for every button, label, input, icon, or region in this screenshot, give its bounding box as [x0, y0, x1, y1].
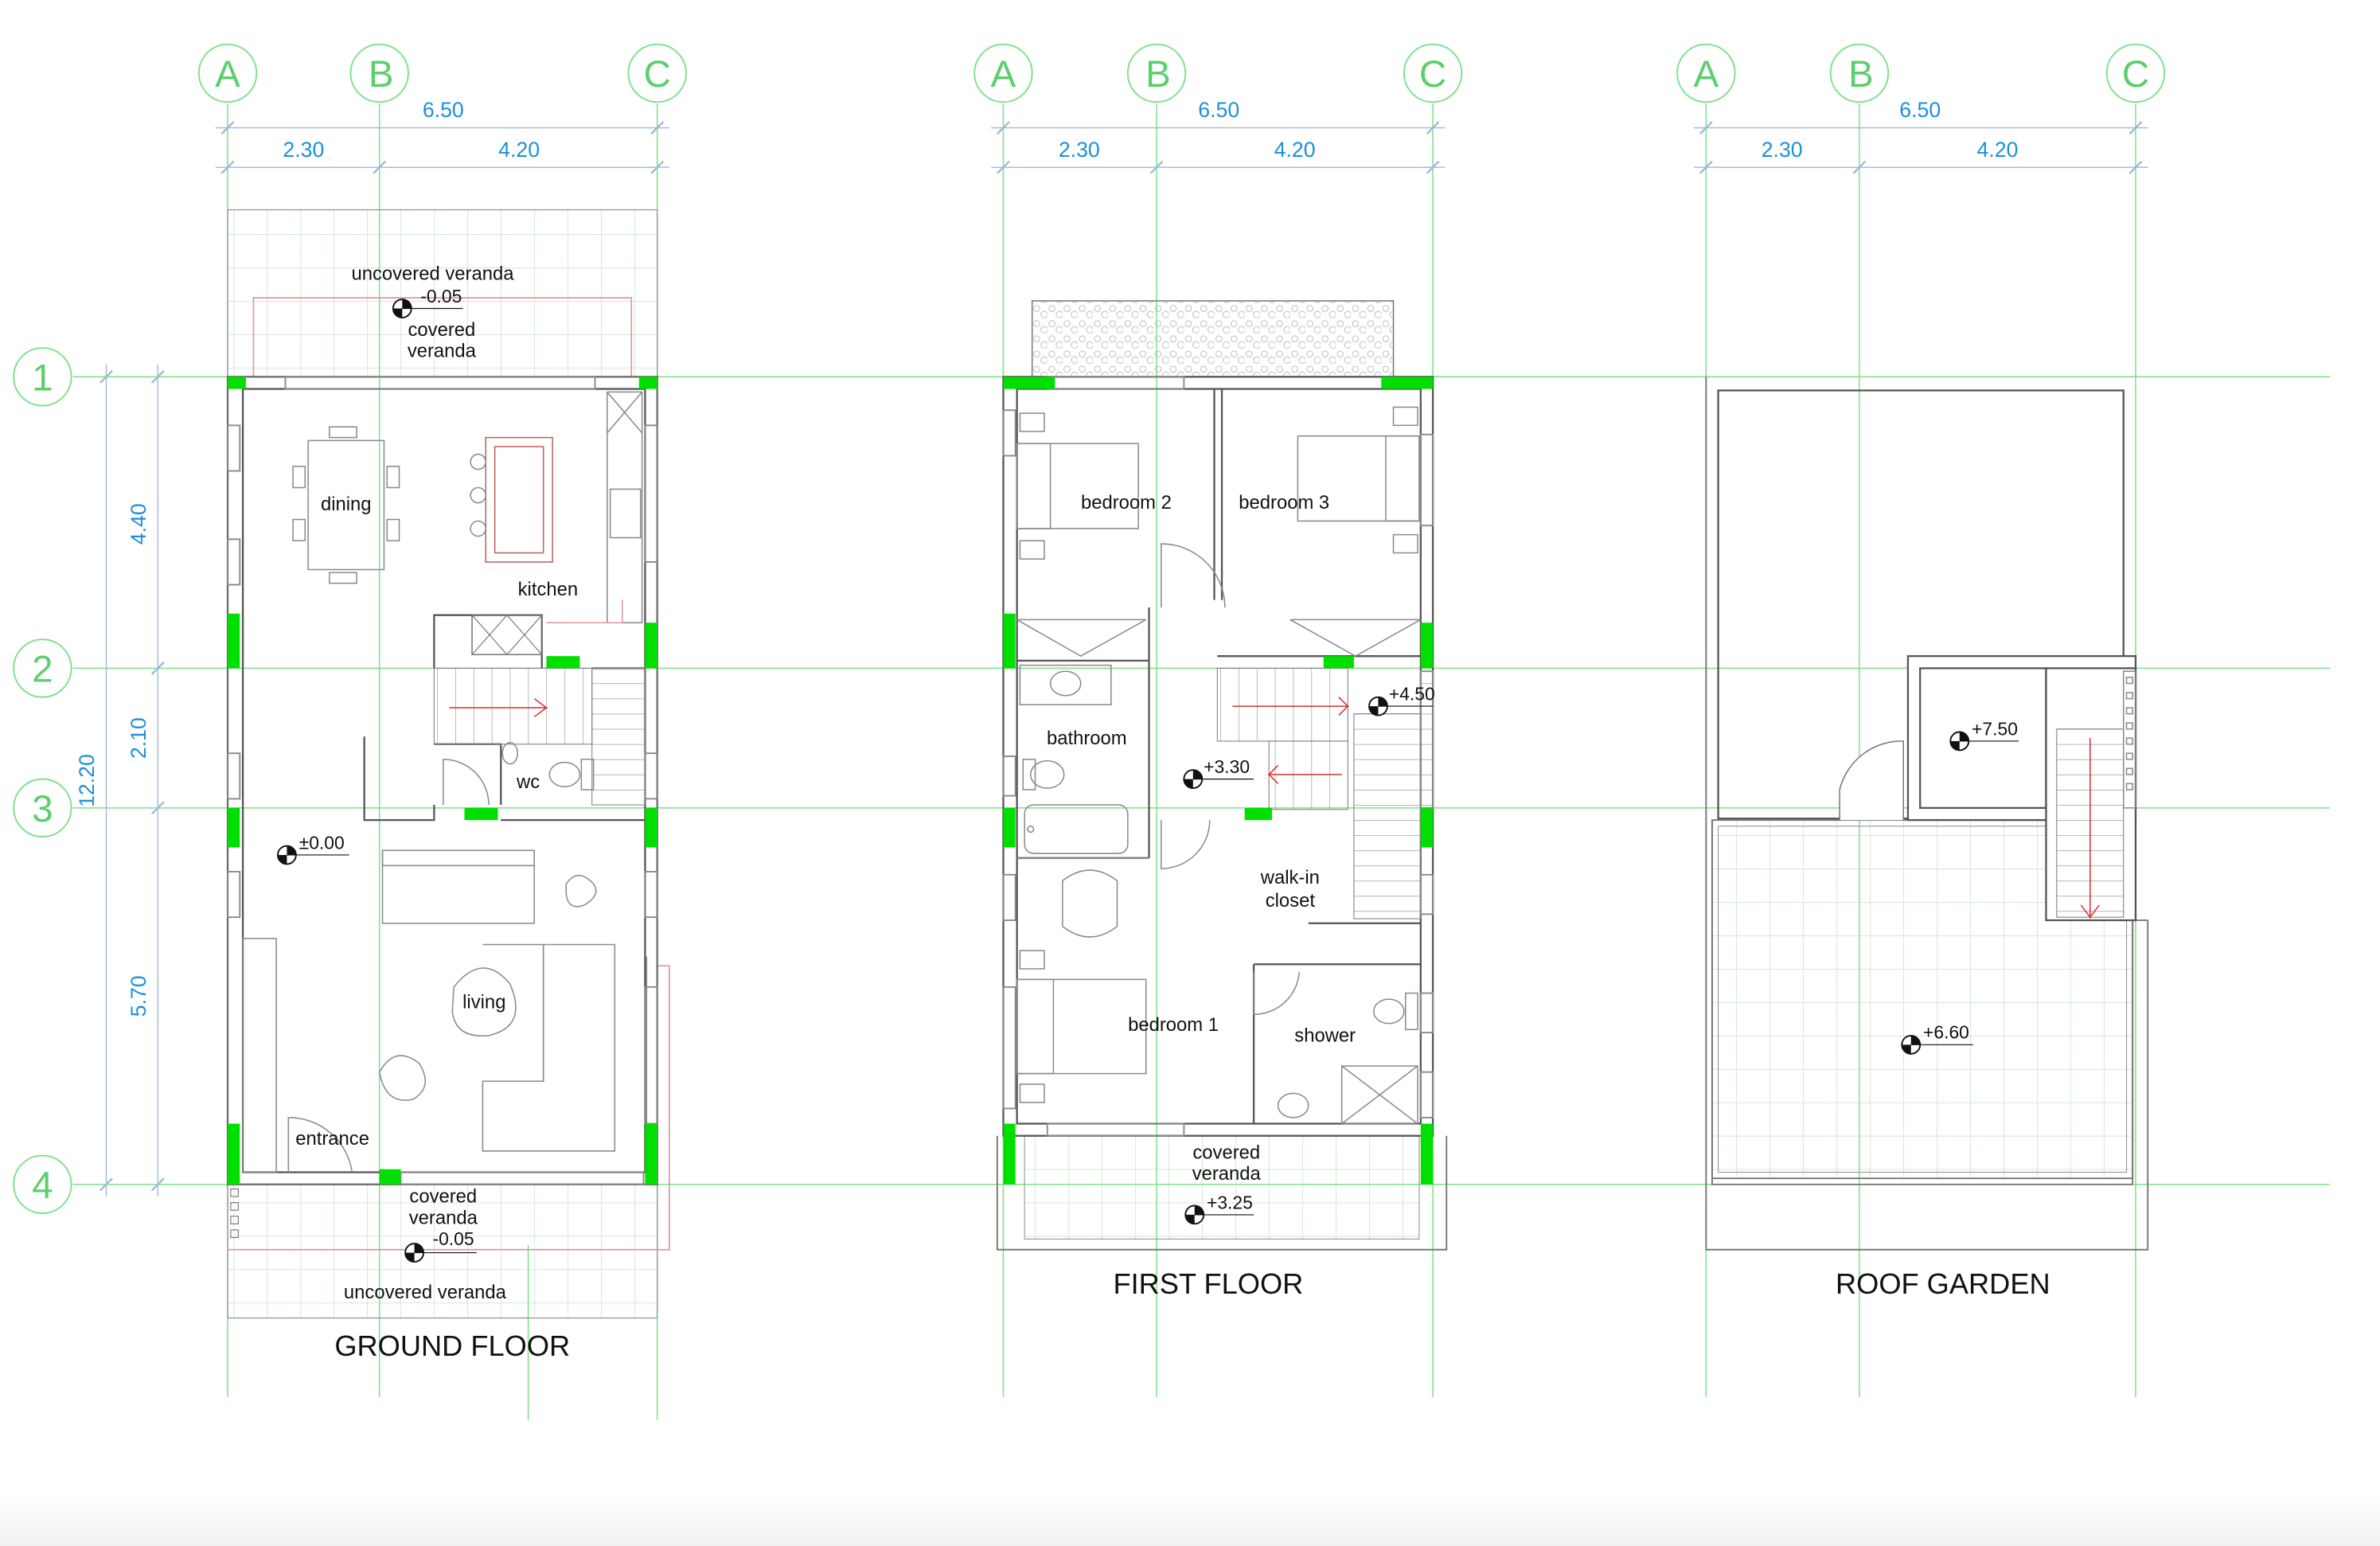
roof-garden-plan: +7.50 +6.60 ROOF GARDEN — [1705, 377, 2149, 1300]
dim-bay-bc: 4.20 — [498, 138, 540, 162]
room-entrance: entrance — [295, 1128, 369, 1150]
level-stair-room: +7.50 — [1972, 718, 2018, 739]
grid-label-a: A — [215, 53, 240, 96]
grid-label-2: 2 — [32, 649, 53, 691]
grid-label-3: 3 — [32, 788, 53, 830]
level-veranda-top: -0.05 — [420, 286, 462, 306]
dim-bay-12: 4.40 — [127, 503, 150, 545]
grid-label-a: A — [991, 53, 1016, 96]
room-covered-veranda-bottom: covered veranda — [409, 1186, 478, 1229]
grid-label-b: B — [1848, 53, 1874, 96]
grid-label-c: C — [643, 53, 670, 96]
room-walk-in-closet: walk-in closet — [1260, 867, 1320, 912]
room-bedroom-2: bedroom 2 — [1081, 492, 1172, 513]
dim-bay-34: 5.70 — [127, 975, 150, 1017]
first-floor-plan: bedroom 2 bedroom 3 bathroom walk-in clos… — [996, 300, 1448, 1300]
dim-bay-ab: 2.30 — [1762, 138, 1803, 162]
dim-overall-width: 6.50 — [1899, 98, 1941, 122]
room-living: living — [462, 992, 505, 1013]
level-veranda: +3.25 — [1207, 1192, 1253, 1212]
ground-floor-plan: uncovered veranda covered veranda dining … — [226, 209, 670, 1362]
level-stair-top: +4.50 — [1389, 683, 1435, 704]
dim-bay-bc: 4.20 — [1976, 138, 2018, 162]
room-shower: shower — [1294, 1025, 1356, 1047]
room-wc: wc — [516, 771, 540, 793]
room-bedroom-1: bedroom 1 — [1128, 1014, 1219, 1036]
level-landing: +3.30 — [1204, 756, 1250, 777]
room-kitchen: kitchen — [518, 579, 579, 600]
level-terrace: +6.60 — [1923, 1022, 1969, 1043]
grid-label-b: B — [1145, 53, 1171, 96]
room-covered-veranda: covered veranda — [1192, 1142, 1262, 1185]
dim-bay-23: 2.10 — [127, 717, 150, 759]
first-floor-title: FIRST FLOOR — [1113, 1267, 1303, 1300]
bottom-shadow — [0, 1497, 2380, 1546]
floor-plan-drawing: A B C A B C A B C 1 2 3 4 6.50 2.30 4.20… — [13, 43, 2331, 1420]
room-covered-veranda-top: covered veranda — [408, 319, 477, 362]
grid-label-a: A — [1693, 53, 1719, 96]
dim-overall-width: 6.50 — [1198, 98, 1239, 122]
grid-label-c: C — [1419, 53, 1446, 96]
room-dining: dining — [321, 494, 372, 515]
dim-bay-bc: 4.20 — [1274, 138, 1316, 162]
dim-overall-width: 6.50 — [423, 98, 464, 122]
room-uncovered-veranda-top: uncovered veranda — [351, 263, 514, 284]
level-living: ±0.00 — [299, 832, 345, 853]
level-markers-ground: -0.05 ±0.00 -0.05 — [277, 286, 477, 1263]
ground-floor-title: GROUND FLOOR — [334, 1329, 570, 1362]
dim-bay-ab: 2.30 — [283, 138, 324, 162]
dim-bay-ab: 2.30 — [1059, 138, 1100, 162]
room-bedroom-3: bedroom 3 — [1239, 492, 1329, 513]
grid-label-b: B — [369, 53, 394, 96]
grid-label-c: C — [2122, 53, 2149, 96]
grid-label-1: 1 — [32, 357, 53, 399]
room-uncovered-veranda-bottom: uncovered veranda — [344, 1282, 507, 1303]
grid-label-4: 4 — [32, 1165, 53, 1207]
room-bathroom: bathroom — [1047, 728, 1127, 749]
roof-garden-title: ROOF GARDEN — [1836, 1267, 2050, 1300]
level-veranda-bottom: -0.05 — [432, 1228, 474, 1249]
dim-overall-depth: 12.20 — [75, 754, 99, 807]
